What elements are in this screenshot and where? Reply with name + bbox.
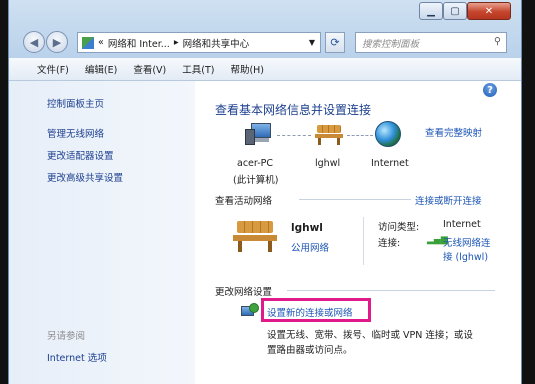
close-button[interactable]: ✕	[467, 2, 511, 20]
divider	[299, 199, 411, 200]
back-arrow-icon: ◀	[29, 35, 39, 49]
bench-icon	[315, 123, 343, 145]
minimize-button[interactable]: ▁	[419, 2, 443, 20]
minimize-icon: ▁	[427, 5, 435, 17]
node-label-pc: acer-PC	[237, 158, 273, 169]
internet-options-link[interactable]: Internet 选项	[47, 350, 107, 364]
network-type-link[interactable]: 公用网络	[291, 240, 329, 254]
view-full-map-link[interactable]: 查看完整映射	[425, 125, 482, 139]
sidebar-item-manage-wireless[interactable]: 管理无线网络	[47, 126, 104, 140]
connect-disconnect-link[interactable]: 连接或断开连接	[415, 193, 482, 207]
help-icon[interactable]: ?	[483, 83, 497, 97]
connection-line	[347, 135, 373, 136]
breadcrumb-network-internet[interactable]: 网络和 Inter...	[108, 36, 170, 50]
wireless-connection-link-2[interactable]: 接 (lghwl)	[443, 249, 488, 263]
divider	[287, 290, 495, 291]
menu-help[interactable]: 帮助(H)	[230, 62, 264, 76]
window: ▁ ▢ ✕ ◀ ▶ « 网络和 Inter... ▸ 网络和共享中心 ▼ ⟳ 搜…	[8, 0, 522, 384]
breadcrumb-separator[interactable]: ▸	[174, 37, 179, 48]
node-label-network: lghwl	[315, 158, 341, 169]
menu-tools[interactable]: 工具(T)	[182, 62, 214, 76]
see-also-heading: 另请参阅	[47, 331, 86, 342]
menu-view[interactable]: 查看(V)	[133, 62, 166, 76]
search-placeholder: 搜索控制面板	[362, 38, 420, 50]
back-button[interactable]: ◀	[23, 31, 45, 53]
sidebar-home-link[interactable]: 控制面板主页	[47, 96, 104, 110]
navigation-bar: ◀ ▶ « 网络和 Inter... ▸ 网络和共享中心 ▼ ⟳ 搜索控制面板 …	[9, 28, 521, 58]
connection-line	[277, 135, 311, 136]
forward-arrow-icon: ▶	[52, 35, 62, 49]
title-bar: ▁ ▢ ✕	[9, 0, 521, 28]
menu-file[interactable]: 文件(F)	[37, 62, 69, 76]
refresh-icon: ⟳	[330, 36, 340, 49]
maximize-button[interactable]: ▢	[443, 2, 467, 20]
connections-label: 连接:	[378, 238, 401, 249]
network-bench-icon	[233, 219, 277, 253]
globe-icon	[375, 121, 401, 147]
menu-edit[interactable]: 编辑(E)	[85, 62, 117, 76]
access-type-value: Internet	[443, 219, 481, 230]
sidebar: 控制面板主页 管理无线网络 更改适配器设置 更改高级共享设置 另请参阅 Inte…	[9, 81, 195, 384]
change-settings-heading: 更改网络设置	[215, 287, 273, 298]
address-bar[interactable]: « 网络和 Inter... ▸ 网络和共享中心 ▼	[77, 32, 321, 53]
maximize-icon: ▢	[450, 5, 460, 17]
forward-button[interactable]: ▶	[46, 31, 68, 53]
access-type-label: 访问类型:	[378, 222, 420, 233]
setup-description-line-1: 设置无线、宽带、拨号、临时或 VPN 连接；或设	[267, 330, 473, 341]
search-input[interactable]: 搜索控制面板 ⚲	[355, 32, 507, 53]
breadcrumb-prefix: «	[98, 37, 104, 48]
divider	[363, 217, 364, 265]
active-networks-heading: 查看活动网络	[215, 196, 273, 207]
breadcrumb-sharing-center[interactable]: 网络和共享中心	[183, 36, 250, 50]
main-panel: ? 查看基本网络信息并设置连接 查看完整映射 acer-PC (此计算机) lg…	[195, 81, 521, 384]
control-panel-icon	[82, 36, 94, 49]
highlight-box	[261, 298, 371, 322]
close-icon: ✕	[484, 5, 494, 17]
menu-bar: 文件(F) 编辑(E) 查看(V) 工具(T) 帮助(H)	[9, 58, 521, 81]
setup-connection-icon	[241, 303, 259, 317]
computer-icon	[245, 123, 273, 145]
node-sublabel-pc: (此计算机)	[233, 175, 279, 186]
page-title: 查看基本网络信息并设置连接	[215, 103, 372, 117]
search-icon[interactable]: ⚲	[494, 36, 501, 47]
node-label-internet: Internet	[371, 158, 409, 169]
network-name: lghwl	[291, 222, 323, 234]
content-area: 控制面板主页 管理无线网络 更改适配器设置 更改高级共享设置 另请参阅 Inte…	[9, 81, 521, 384]
sidebar-item-advanced-sharing[interactable]: 更改高级共享设置	[47, 170, 123, 184]
address-dropdown-icon[interactable]: ▼	[309, 38, 315, 47]
setup-description-line-2: 置路由器或访问点。	[267, 345, 353, 356]
refresh-button[interactable]: ⟳	[325, 32, 345, 53]
wireless-connection-link-1[interactable]: 无线网络连	[443, 235, 491, 249]
sidebar-item-adapter-settings[interactable]: 更改适配器设置	[47, 148, 114, 162]
